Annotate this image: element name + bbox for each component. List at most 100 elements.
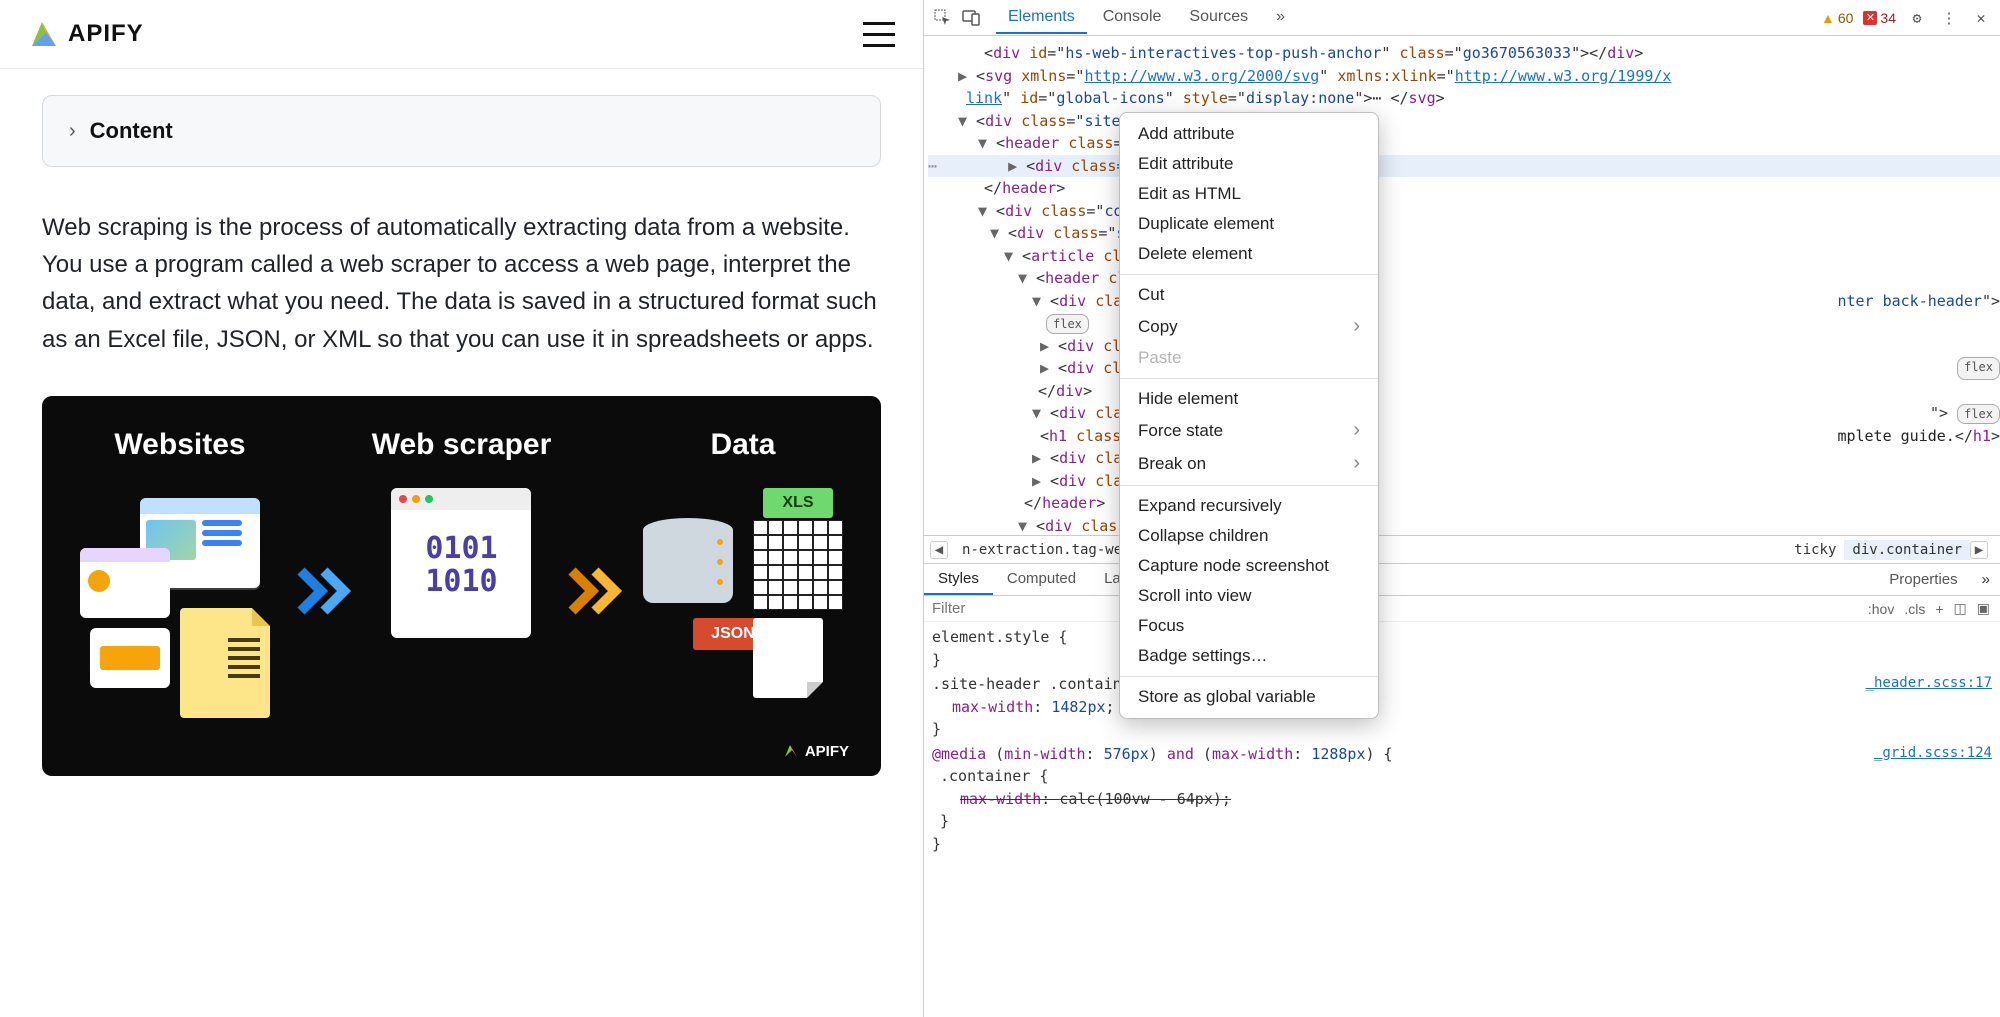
tree-node[interactable]: ▼ <header class="site-header sticky"> fl… [928,132,2000,155]
tree-node[interactable]: ▼ <div class="site-wrap"> [928,110,2000,133]
figure-brand: APIFY [783,743,849,760]
cm-capture-screenshot[interactable]: Capture node screenshot [1120,551,1378,581]
tree-node[interactable]: ▼ <div class="contain [928,200,2000,223]
cm-collapse-children[interactable]: Collapse children [1120,521,1378,551]
close-icon[interactable]: ✕ [1970,7,1992,29]
website-viewport: APIFY › Content Web scraping is the proc… [0,0,923,1017]
cm-delete-element[interactable]: Delete element [1120,239,1378,269]
tree-node[interactable]: <div id="hs-web-interactives-top-push-an… [928,42,2000,65]
breadcrumb-item-selected[interactable]: div.container [1844,540,1970,560]
devtools-toolbar: Elements Console Sources » ▲60 ✕34 ⚙ ⋮ ✕ [924,0,2000,36]
cm-scroll-into-view[interactable]: Scroll into view [1120,581,1378,611]
arrow-icon-blue [296,561,356,634]
tree-node[interactable]: ▼ <header class=" [928,267,2000,290]
figure-title-websites: Websites [114,428,245,462]
subtab-styles[interactable]: Styles [924,564,993,595]
elements-tree[interactable]: <div id="hs-web-interactives-top-push-an… [924,36,2000,536]
cm-paste: Paste [1120,343,1378,373]
styles-filter-input[interactable] [924,596,1858,621]
cm-store-global[interactable]: Store as global variable [1120,682,1378,712]
tree-node[interactable]: </header> [928,492,2000,515]
hov-toggle[interactable]: :hov [1868,601,1894,617]
tree-node[interactable]: link" id="global-icons" style="display:n… [928,87,2000,110]
subtab-properties[interactable]: Properties [1875,565,1971,594]
cm-add-attribute[interactable]: Add attribute [1120,119,1378,149]
cm-hide-element[interactable]: Hide element [1120,384,1378,414]
tab-sources[interactable]: Sources [1177,2,1260,34]
tree-node[interactable]: ▶ <div class="flex [928,357,2000,380]
tree-node[interactable]: <h1 class="pmplete guide.</h1> [928,425,2000,448]
content-toggle-label: Content [90,118,173,144]
tree-node[interactable]: ▼ <div class=""> flex [928,402,2000,425]
article-body: › Content Web scraping is the process of… [0,69,923,802]
cls-toggle[interactable]: .cls [1904,601,1925,617]
hamburger-menu-button[interactable] [863,22,895,47]
styles-filter-row: :hov .cls + ◫ ▣ [924,596,2000,622]
source-link[interactable]: _header.scss:17 [1866,673,1992,694]
cm-expand-recursively[interactable]: Expand recursively [1120,491,1378,521]
tab-console[interactable]: Console [1091,2,1174,34]
tree-node[interactable]: ▼ <div class="pc [928,515,2000,537]
content-toggle[interactable]: › Content [42,95,881,167]
tab-elements[interactable]: Elements [996,2,1087,34]
cm-break-on[interactable]: Break on [1120,447,1378,480]
errors-badge[interactable]: ✕34 [1863,10,1896,26]
tree-node-selected[interactable]: ⋯ ▶ <div class="container">⋯ </div> == $… [928,155,2000,178]
style-brace: } [932,833,1992,856]
inspect-element-icon[interactable] [932,7,954,29]
kebab-menu-icon[interactable]: ⋮ [1938,7,1960,29]
device-toolbar-icon[interactable] [960,7,982,29]
tree-node[interactable]: ▼ <div class="nter back-header"> [928,290,2000,313]
binary-line-2: 1010 [391,565,531,598]
tree-node[interactable]: ▼ <div class="singl [928,222,2000,245]
style-brace: } [932,810,1992,833]
cm-edit-attribute[interactable]: Edit attribute [1120,149,1378,179]
spreadsheet-icon [753,520,843,610]
cm-cut[interactable]: Cut [1120,280,1378,310]
rendering-icon[interactable]: ▣ [1977,600,1990,617]
devtools-pane: Elements Console Sources » ▲60 ✕34 ⚙ ⋮ ✕… [923,0,2000,1017]
site-logo[interactable]: APIFY [28,18,144,50]
cm-focus[interactable]: Focus [1120,611,1378,641]
styles-panel: Styles Computed Layou Properties » :hov … [924,564,2000,1017]
new-style-button[interactable]: + [1935,601,1943,617]
figure-col-data: Data XLS [643,428,843,708]
cm-badge-settings[interactable]: Badge settings… [1120,641,1378,671]
tree-node[interactable]: </header> [928,177,2000,200]
subtabs-more[interactable]: » [1982,571,1990,588]
style-selector[interactable]: element.style { [932,628,1067,646]
devtools-tabs: Elements Console Sources » [996,2,1297,34]
database-icon [643,518,733,628]
cm-force-state[interactable]: Force state [1120,414,1378,447]
figure-col-websites: Websites [80,428,280,708]
elements-breadcrumb[interactable]: ◀ n-extraction.tag-web-crawli ticky div.… [924,536,2000,564]
styles-sub-tabs: Styles Computed Layou Properties » [924,564,2000,596]
tree-node[interactable]: ▼ <article class=" [928,245,2000,268]
cm-separator [1120,485,1378,486]
tree-node[interactable]: ▶ <div class=" [928,447,2000,470]
intro-paragraph: Web scraping is the process of automatic… [42,209,881,358]
subtab-computed[interactable]: Computed [993,564,1090,595]
document-icon [753,618,823,698]
cm-edit-as-html[interactable]: Edit as HTML [1120,179,1378,209]
logo-text: APIFY [68,20,144,48]
cm-duplicate-element[interactable]: Duplicate element [1120,209,1378,239]
tree-node[interactable]: ▶ <div class=" [928,335,2000,358]
breadcrumb-scroll-right[interactable]: ▶ [1970,541,1988,559]
tree-node[interactable]: </div> [928,380,2000,403]
warnings-badge[interactable]: ▲60 [1821,10,1853,26]
cm-copy[interactable]: Copy [1120,310,1378,343]
xls-badge: XLS [763,488,833,518]
style-rules[interactable]: element.style { } _header.scss:17.site-h… [924,622,2000,859]
breadcrumb-item[interactable]: ticky [1786,540,1844,560]
tree-node[interactable]: flex [928,312,2000,335]
tree-node[interactable]: ▶ <div class=" [928,470,2000,493]
gear-icon[interactable]: ⚙ [1906,7,1928,29]
breadcrumb-scroll-left[interactable]: ◀ [930,541,948,559]
figure-title-scraper: Web scraper [372,428,552,462]
source-link[interactable]: _grid.scss:124 [1874,743,1992,764]
apify-logo-icon [28,18,60,50]
tabs-more[interactable]: » [1264,2,1297,34]
tree-node[interactable]: ▶ <svg xmlns="http://www.w3.org/2000/svg… [928,65,2000,88]
computed-sidebar-icon[interactable]: ◫ [1954,600,1967,617]
